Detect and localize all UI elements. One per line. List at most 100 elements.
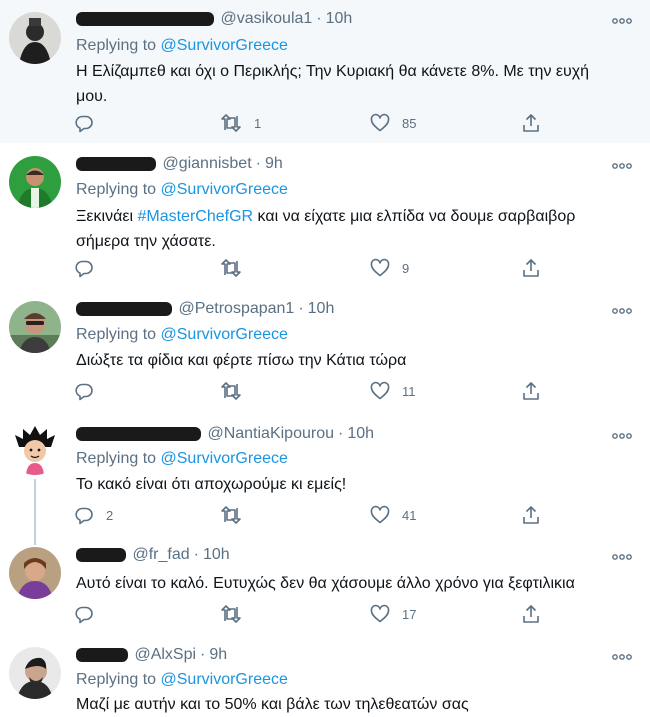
like-count: 41 [402,507,417,523]
separator-dot: · [200,646,206,663]
reply-icon [75,606,93,624]
replying-to: Replying to @SurvivorGreece [76,181,288,199]
thread-connector [34,535,36,545]
user-handle[interactable]: @Petrospapan1 [178,300,294,317]
reply-icon [75,115,93,133]
separator-dot: · [338,425,344,442]
avatar[interactable] [9,12,61,64]
timestamp[interactable]: 10h [308,300,335,317]
replying-to: Replying to @SurvivorGreece [76,450,288,468]
reply-mention[interactable]: @SurvivorGreece [161,181,288,198]
like-button[interactable]: 11 [370,380,416,402]
timestamp[interactable]: 10h [326,10,353,27]
retweet-button[interactable]: 1 [220,112,261,134]
heart-icon [370,604,390,623]
more-options-icon[interactable] [612,16,632,26]
retweet-icon [221,506,241,524]
avatar[interactable] [9,301,61,353]
user-handle[interactable]: @fr_fad [132,546,189,563]
like-button[interactable]: 41 [370,504,416,526]
replying-to: Replying to @SurvivorGreece [76,671,288,689]
redacted-display-name [76,426,201,441]
retweet-button[interactable] [220,504,254,526]
replying-to: Replying to @SurvivorGreece [76,326,288,344]
reply-button[interactable] [74,603,106,625]
user-handle[interactable]: @AlxSpi [134,646,196,663]
reply-mention[interactable]: @SurvivorGreece [161,450,288,467]
avatar[interactable] [9,156,61,208]
reply-mention[interactable]: @SurvivorGreece [161,326,288,343]
retweet-button[interactable] [220,257,254,279]
retweet-icon [221,259,241,277]
avatar[interactable] [9,647,61,699]
separator-dot: · [298,300,304,317]
heart-icon [370,258,390,277]
retweet-icon [221,382,241,400]
timestamp[interactable]: 9h [209,646,227,663]
user-handle[interactable]: @NantiaKipourou [207,425,334,442]
redacted-display-name [76,11,214,26]
more-options-icon[interactable] [612,306,632,316]
share-button[interactable] [521,380,541,402]
like-count: 11 [402,383,416,399]
tweet-header: @vasikoula1 · 10h [76,10,352,32]
tweet[interactable]: @fr_fad · 10h Αυτό είναι το καλό. Ευτυχώς … [0,535,650,636]
tweet-header: @AlxSpi · 9h [76,646,227,668]
reply-button[interactable] [74,112,106,134]
timestamp[interactable]: 9h [265,155,283,172]
tweet[interactable]: @AlxSpi · 9h Replying to @SurvivorGreece Μ… [0,635,650,713]
share-icon [523,382,539,400]
share-button[interactable] [521,257,541,279]
share-button[interactable] [521,603,541,625]
more-options-icon[interactable] [612,552,632,562]
tweet-header: @Petrospapan1 · 10h [76,300,334,322]
reply-button[interactable] [74,380,106,402]
tweet-header: @fr_fad · 10h [76,546,230,568]
more-options-icon[interactable] [612,652,632,662]
timestamp[interactable]: 10h [347,425,374,442]
timestamp[interactable]: 10h [203,546,230,563]
like-count: 17 [402,606,417,622]
retweet-count: 1 [254,115,262,131]
more-options-icon[interactable] [612,431,632,441]
more-options-icon[interactable] [612,161,632,171]
reply-count: 2 [106,507,114,523]
avatar[interactable] [9,423,61,475]
tweet[interactable]: @Petrospapan1 · 10h Replying to @SurvivorG… [0,289,650,412]
separator-dot: · [255,155,261,172]
heart-icon [370,113,390,132]
tweet-header: @giannisbet · 9h [76,155,283,177]
like-button[interactable]: 17 [370,603,416,625]
reply-icon [75,383,93,401]
retweet-button[interactable] [220,603,254,625]
share-button[interactable] [521,504,541,526]
redacted-display-name [76,156,156,171]
user-handle[interactable]: @vasikoula1 [220,10,312,27]
share-icon [523,506,539,524]
user-handle[interactable]: @giannisbet [162,155,251,172]
share-button[interactable] [521,112,541,134]
tweet-actions: 9 [74,257,554,279]
reply-mention[interactable]: @SurvivorGreece [161,671,288,688]
avatar[interactable] [9,547,61,599]
retweet-button[interactable] [220,380,254,402]
tweet-text: Διώξτε τα φίδια και φέρτε πίσω την Κάτια… [76,352,407,369]
retweet-icon [221,605,241,623]
tweet[interactable]: @vasikoula1 · 10h Replying to @SurvivorGre… [0,0,650,144]
reply-mention[interactable]: @SurvivorGreece [161,37,288,54]
tweet-header: @NantiaKipourou · 10h [76,425,374,447]
hashtag-link[interactable]: #MasterChefGR [137,208,253,225]
tweet-text: Η Ελίζαμπεθ και όχι ο Περικλής; Την Κυρι… [76,63,590,105]
replying-to-label: Replying to [76,181,157,198]
replying-to-label: Replying to [76,37,157,54]
replying-to-label: Replying to [76,671,157,688]
reply-button[interactable] [74,257,106,279]
like-button[interactable]: 85 [370,112,416,134]
reply-icon [75,260,93,278]
reply-button[interactable]: 2 [74,504,113,526]
tweet[interactable]: @giannisbet · 9h Replying to @SurvivorGree… [0,143,650,290]
tweet-actions: 11 [74,380,554,402]
thread-connector [34,479,36,535]
like-button[interactable]: 9 [370,257,409,279]
tweet[interactable]: @NantiaKipourou · 10h Replying to @Survivo… [0,411,650,535]
